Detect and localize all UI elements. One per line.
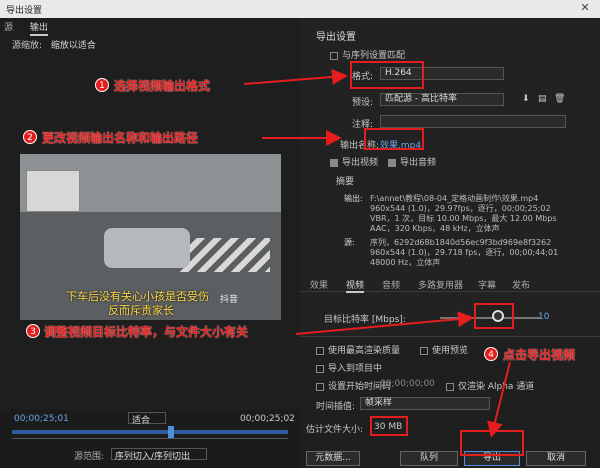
comment-input[interactable] bbox=[380, 115, 566, 128]
timeline-range-bar[interactable] bbox=[12, 430, 288, 434]
use-preview-label: 使用预览 bbox=[432, 346, 469, 356]
interp-dropdown[interactable]: 帧采样 bbox=[360, 397, 490, 410]
export-audio-checkbox[interactable] bbox=[388, 158, 396, 167]
interp-label: 时间插值: bbox=[316, 402, 356, 412]
source-range-label: 源范围: bbox=[74, 452, 105, 462]
step-4-annotation: 点击导出视频 bbox=[503, 348, 576, 362]
export-settings-header: 导出设置 bbox=[316, 32, 356, 43]
step-2-badge: 2 bbox=[23, 130, 37, 144]
timecode-current: 00;00;25;01 bbox=[14, 414, 69, 424]
step-2-annotation: 更改视频输出名称和输出路径 bbox=[42, 131, 199, 145]
start-timecode-value[interactable]: 00;00;00;00 bbox=[380, 379, 435, 389]
bitrate-value[interactable]: 10 bbox=[538, 312, 549, 322]
max-render-checkbox[interactable] bbox=[316, 346, 324, 355]
preview-car bbox=[104, 228, 190, 268]
import-project-row[interactable]: 导入到项目中 bbox=[316, 361, 382, 374]
douyin-watermark: 抖音 bbox=[220, 295, 239, 305]
tab-captions[interactable]: 字幕 bbox=[478, 278, 496, 291]
tab-output[interactable]: 输出 bbox=[29, 23, 48, 36]
max-render-row[interactable]: 使用最高渲染质量 bbox=[316, 343, 400, 356]
export-audio-label: 导出音频 bbox=[400, 158, 437, 168]
export-video-label: 导出视频 bbox=[342, 158, 379, 168]
video-preview: 下车后没有关心小孩是否受伤 反而斥责家长 抖音 bbox=[20, 154, 281, 320]
preset-dropdown[interactable]: 匹配源 - 高比特率 bbox=[380, 93, 504, 106]
summary-block: 输出: F:\annet\教程\08-04_定格动画制作\效果.mp4 960x… bbox=[344, 194, 594, 268]
step-1-annotation: 选择视频输出格式 bbox=[114, 79, 211, 93]
tab-source[interactable]: 源 bbox=[4, 23, 13, 33]
export-settings-window: 导出设置 ✕ 源 输出 源缩放: 缩放以适合 下车后没有关心小孩是否受伤 反而斥… bbox=[0, 0, 600, 468]
preset-label: 预设: bbox=[352, 98, 374, 108]
match-sequence-row[interactable]: 与序列设置匹配 bbox=[330, 48, 405, 61]
alpha-only-label: 仅渲染 Alpha 通道 bbox=[458, 382, 535, 392]
summary-source-text: 序列，6292d68b1840d56ec9f3bd969e8f3262 960x… bbox=[370, 238, 559, 267]
summary-output-label: 输出: bbox=[344, 194, 363, 203]
use-preview-row[interactable]: 使用预览 bbox=[420, 343, 468, 356]
summary-header: 摘要 bbox=[336, 177, 355, 187]
step-3-annotation: 调整视频目标比特率，与文件大小有关 bbox=[44, 325, 249, 339]
save-preset-icon[interactable]: ⬇ bbox=[522, 94, 530, 104]
step-3-badge: 3 bbox=[26, 324, 40, 338]
preview-crosswalk bbox=[180, 238, 270, 272]
file-size-highlight-box bbox=[370, 416, 408, 436]
summary-output: 输出: F:\annet\教程\08-04_定格动画制作\效果.mp4 960x… bbox=[344, 194, 594, 234]
title-bar: 导出设置 ✕ bbox=[0, 0, 600, 18]
tab-video[interactable]: 视频 bbox=[346, 278, 365, 293]
import-project-label: 导入到项目中 bbox=[328, 364, 383, 374]
alpha-only-row[interactable]: 仅渲染 Alpha 通道 bbox=[446, 379, 534, 392]
playhead-handle[interactable] bbox=[168, 426, 174, 438]
match-sequence-checkbox[interactable] bbox=[330, 51, 338, 60]
step-4-badge: 4 bbox=[484, 347, 498, 361]
subtitle-line-2: 反而斥责家长 bbox=[108, 304, 174, 317]
format-highlight-box bbox=[350, 61, 424, 89]
output-name-highlight-box bbox=[364, 128, 424, 150]
tab-audio[interactable]: 音频 bbox=[382, 278, 400, 291]
import-project-checkbox[interactable] bbox=[316, 364, 324, 373]
match-sequence-label: 与序列设置匹配 bbox=[342, 51, 406, 61]
max-render-label: 使用最高渲染质量 bbox=[328, 346, 401, 356]
tab-multiplexer[interactable]: 多路复用器 bbox=[418, 278, 463, 291]
bitrate-label: 目标比特率 [Mbps]: bbox=[324, 315, 406, 325]
zoom-dropdown[interactable]: 适合 bbox=[128, 412, 166, 426]
export-video-checkbox[interactable] bbox=[330, 158, 338, 167]
source-scale-row: 源缩放: 缩放以适合 bbox=[12, 38, 96, 51]
export-settings-pane: 导出设置 与序列设置匹配 格式: H.264 预设: 匹配源 - 高比特率 ⬇ … bbox=[300, 18, 600, 468]
preview-bus bbox=[26, 170, 80, 212]
alpha-only-checkbox[interactable] bbox=[446, 382, 454, 391]
queue-button[interactable]: 队列 bbox=[400, 451, 458, 466]
export-video-row[interactable]: 导出视频 bbox=[330, 155, 378, 168]
source-range-row: 源范围: 序列切入/序列切出 bbox=[74, 448, 207, 462]
window-title: 导出设置 bbox=[6, 6, 43, 16]
source-scale-dropdown[interactable]: 缩放以适合 bbox=[51, 38, 96, 51]
source-range-dropdown[interactable]: 序列切入/序列切出 bbox=[110, 448, 207, 462]
start-timecode-checkbox[interactable] bbox=[316, 382, 324, 391]
step-1-badge: 1 bbox=[95, 78, 109, 92]
source-scale-label: 源缩放: bbox=[12, 41, 43, 51]
import-preset-icon[interactable]: ▤ bbox=[538, 94, 547, 104]
metadata-button[interactable]: 元数据... bbox=[306, 451, 360, 466]
close-icon[interactable]: ✕ bbox=[574, 1, 596, 16]
settings-tabs: 效果 视频 音频 多路复用器 字幕 发布 bbox=[300, 276, 600, 293]
summary-source: 源: 序列，6292d68b1840d56ec9f3bd969e8f3262 9… bbox=[344, 238, 594, 268]
export-button-highlight-box bbox=[460, 430, 524, 456]
tab-effects[interactable]: 效果 bbox=[310, 278, 328, 291]
source-tabs: 源 输出 bbox=[4, 20, 62, 36]
export-audio-row[interactable]: 导出音频 bbox=[388, 155, 436, 168]
file-size-label: 估计文件大小: bbox=[306, 425, 364, 435]
timeline-area: 00;00;25;01 适合 00;00;25;02 源范围: 序列切入/序列切… bbox=[0, 410, 300, 468]
summary-output-text: F:\annet\教程\08-04_定格动画制作\效果.mp4 960x544 … bbox=[370, 194, 557, 233]
cancel-button[interactable]: 取消 bbox=[526, 451, 586, 466]
use-preview-checkbox[interactable] bbox=[420, 346, 428, 355]
summary-source-label: 源: bbox=[344, 238, 355, 247]
delete-preset-icon[interactable]: 🗑 bbox=[554, 94, 565, 104]
timeline-ruler bbox=[12, 438, 288, 442]
timecode-duration: 00;00;25;02 bbox=[240, 414, 295, 424]
bitrate-highlight-box bbox=[474, 303, 514, 329]
tab-publish[interactable]: 发布 bbox=[512, 278, 530, 291]
